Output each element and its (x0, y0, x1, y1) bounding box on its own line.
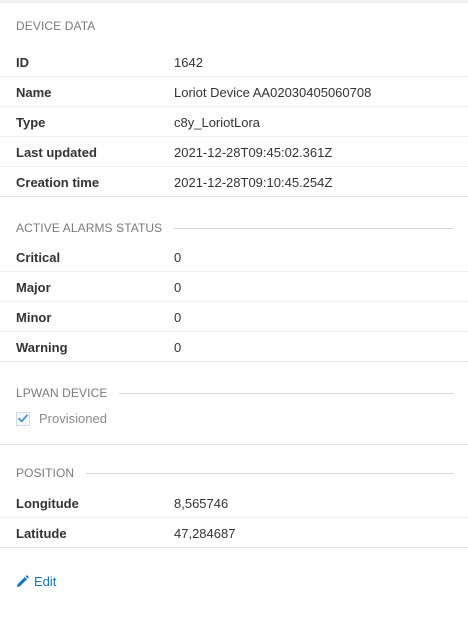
position-row-latitude: Latitude 47,284687 (0, 518, 468, 548)
provisioned-label: Provisioned (39, 411, 107, 426)
lpwan-title: LPWAN DEVICE (16, 386, 108, 400)
alarm-row-critical: Critical 0 (0, 242, 468, 272)
device-row-id: ID 1642 (0, 47, 468, 77)
row-key: Last updated (16, 145, 97, 160)
row-key: Critical (16, 250, 61, 265)
row-value: 0 (174, 340, 182, 355)
row-value: 0 (174, 250, 182, 265)
row-value: 2021-12-28T09:45:02.361Z (174, 145, 333, 160)
device-data-title: DEVICE DATA (16, 19, 96, 33)
alarm-row-warning: Warning 0 (0, 332, 468, 362)
row-value: 8,565746 (174, 496, 229, 511)
checkmark-icon (18, 414, 28, 423)
edit-button[interactable]: Edit (16, 574, 56, 589)
alarms-title: ACTIVE ALARMS STATUS (16, 221, 163, 235)
device-data-section-title: DEVICE DATA (16, 19, 454, 33)
section-rule (119, 392, 454, 394)
section-rule (174, 227, 454, 229)
row-key: Creation time (16, 175, 100, 190)
row-value: 0 (174, 310, 182, 325)
pencil-icon (17, 575, 29, 587)
edit-label: Edit (34, 574, 57, 589)
lpwan-section-title: LPWAN DEVICE (16, 386, 454, 400)
device-row-type: Type c8y_LoriotLora (0, 107, 468, 137)
alarms-section-title: ACTIVE ALARMS STATUS (16, 221, 454, 235)
device-row-creation-time: Creation time 2021-12-28T09:10:45.254Z (0, 167, 468, 197)
device-row-last-updated: Last updated 2021-12-28T09:45:02.361Z (0, 137, 468, 167)
row-value: 1642 (174, 55, 203, 70)
provisioned-checkbox-row: Provisioned (16, 411, 107, 426)
row-key: Name (16, 85, 52, 100)
row-key: Major (16, 280, 51, 295)
position-section-title: POSITION (16, 466, 454, 480)
section-rule (86, 472, 454, 474)
row-key: ID (16, 55, 29, 70)
row-value: 47,284687 (174, 526, 236, 541)
section-divider (0, 444, 468, 445)
alarm-row-major: Major 0 (0, 272, 468, 302)
row-key: Longitude (16, 496, 79, 511)
top-divider (0, 0, 468, 3)
row-key: Warning (16, 340, 68, 355)
position-row-longitude: Longitude 8,565746 (0, 488, 468, 518)
row-key: Latitude (16, 526, 67, 541)
provisioned-checkbox (16, 411, 30, 426)
alarm-row-minor: Minor 0 (0, 302, 468, 332)
position-title: POSITION (16, 466, 75, 480)
row-value: 0 (174, 280, 182, 295)
row-value: 2021-12-28T09:10:45.254Z (174, 175, 333, 190)
device-row-name: Name Loriot Device AA02030405060708 (0, 77, 468, 107)
row-key: Type (16, 115, 46, 130)
row-value: c8y_LoriotLora (174, 115, 260, 130)
device-info-panel: DEVICE DATA ID 1642 Name Loriot Device A… (0, 0, 468, 617)
row-key: Minor (16, 310, 52, 325)
row-value: Loriot Device AA02030405060708 (174, 85, 372, 100)
